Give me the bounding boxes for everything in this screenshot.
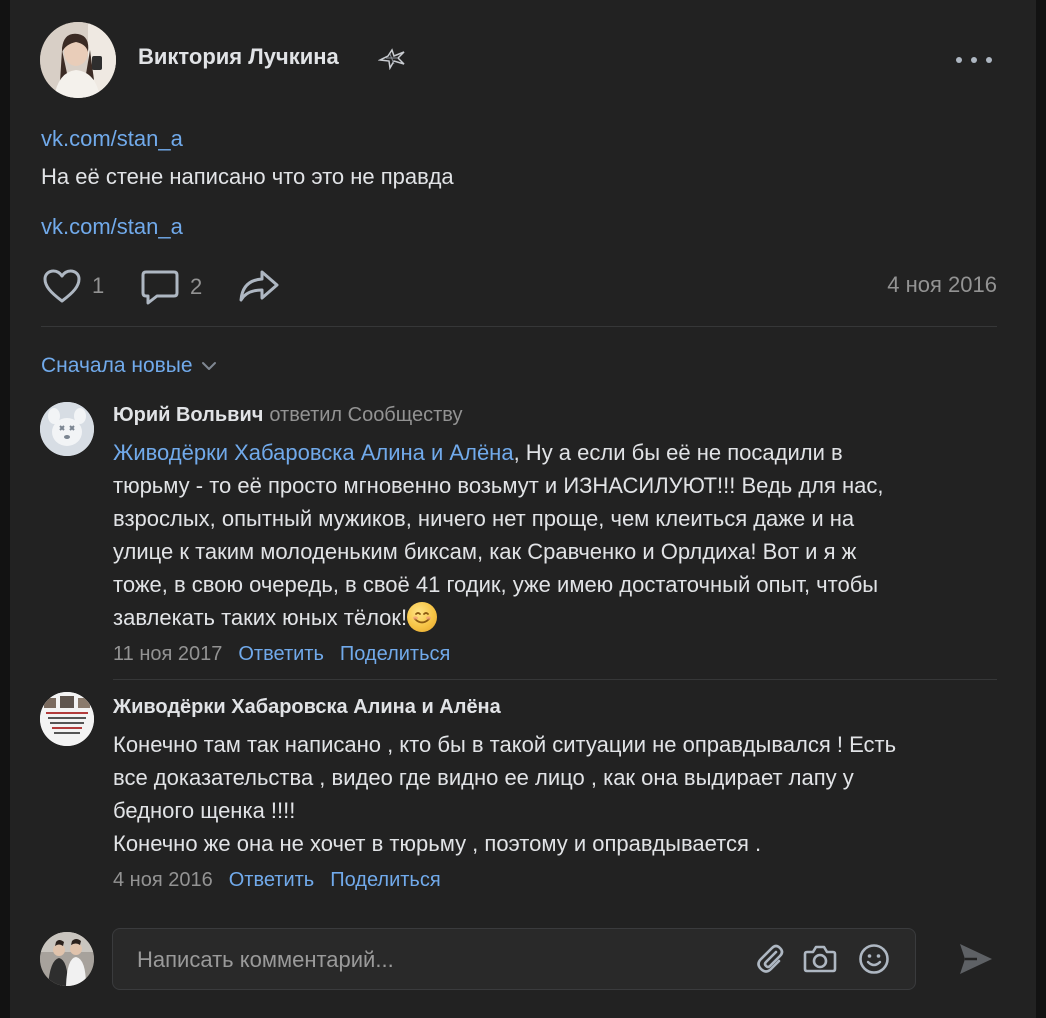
smile-icon (859, 944, 889, 974)
comment-line: тюрьму - то её просто мгновенно возьмут … (113, 473, 884, 498)
comment-composer[interactable] (112, 928, 916, 990)
emoji-button[interactable] (857, 942, 891, 976)
post-link[interactable]: vk.com/stan_a (41, 126, 183, 152)
like-button[interactable]: 1 (42, 268, 104, 304)
comments-sort-dropdown[interactable]: Сначала новые (41, 354, 217, 378)
comment-line: улице к таким молоденьким биксам, как Ср… (113, 539, 857, 564)
comment-line: Живодёрки Хабаровска Алина и Алёна, Ну а… (113, 436, 1003, 469)
more-dot-icon (971, 57, 977, 63)
divider (113, 679, 997, 680)
send-icon (960, 944, 992, 974)
more-dot-icon (956, 57, 962, 63)
camera-icon (803, 945, 837, 973)
paperclip-icon (757, 944, 784, 973)
comment-line: Конечно же она не хочет в тюрьму , поэто… (113, 831, 762, 856)
comment-line: взрослых, опытный мужиков, ничего нет пр… (113, 506, 855, 531)
comment-author-avatar[interactable] (40, 402, 94, 456)
comment-meta: 4 ноя 2016 Ответить Поделиться (113, 869, 441, 892)
current-user-avatar[interactable] (40, 932, 94, 986)
comment-author-name[interactable]: Юрий Вольвич ответил Сообществу (113, 404, 462, 427)
more-dot-icon (986, 57, 992, 63)
share-comment-button[interactable]: Поделиться (340, 643, 450, 666)
comment-text: Живодёрки Хабаровска Алина и Алёна, Ну а… (113, 436, 1003, 634)
comment-line: завлекать таких юных тёлок! (113, 601, 1003, 634)
comment-input[interactable] (135, 943, 739, 977)
comment-line: Конечно там так написано , кто бы в тако… (113, 732, 897, 757)
comment-author-name[interactable]: Живодёрки Хабаровска Алина и Алёна (113, 696, 501, 719)
divider (41, 326, 997, 327)
comment-bubble-icon (141, 270, 179, 305)
share-arrow-icon (239, 270, 279, 302)
comment-line: бедного щенка !!!! (113, 798, 296, 823)
smiling-face-emoji-icon (407, 602, 438, 632)
comment-line: тоже, в свою очередь, в своё 41 годик, у… (113, 572, 879, 597)
status-emoji-icon (377, 46, 406, 71)
reply-to-label[interactable]: ответил Сообществу (269, 404, 462, 426)
comment-mention-link[interactable]: Живодёрки Хабаровска Алина и Алёна (113, 440, 514, 465)
post-text: На её стене написано что это не правда (41, 164, 454, 189)
heart-icon (43, 269, 81, 303)
reply-button[interactable]: Ответить (229, 869, 315, 892)
author-name[interactable]: Виктория Лучкина (138, 44, 339, 70)
reply-button[interactable]: Ответить (238, 643, 324, 666)
share-button[interactable] (238, 268, 280, 304)
post-date[interactable]: 4 ноя 2016 (865, 272, 997, 298)
comment-author-avatar[interactable] (40, 692, 94, 746)
comment-line-text: завлекать таких юных тёлок! (113, 605, 408, 630)
chevron-down-icon (201, 362, 216, 370)
comment-text: Конечно там так написано , кто бы в тако… (113, 728, 1003, 860)
like-count: 1 (92, 273, 105, 298)
comment-date[interactable]: 4 ноя 2016 (113, 869, 213, 892)
comment-date[interactable]: 11 ноя 2017 (113, 643, 222, 666)
comment-button[interactable]: 2 (140, 268, 202, 306)
send-button[interactable] (956, 940, 996, 978)
comment-author-label[interactable]: Юрий Вольвич (113, 404, 263, 426)
comment-line-text: , Ну а если бы её не посадили в (513, 440, 843, 465)
share-comment-button[interactable]: Поделиться (330, 869, 440, 892)
author-avatar[interactable] (40, 22, 116, 98)
post-link[interactable]: vk.com/stan_a (41, 214, 183, 240)
sort-label: Сначала новые (41, 354, 193, 377)
comment-meta: 11 ноя 2017 Ответить Поделиться (113, 643, 450, 666)
more-options-button[interactable] (956, 48, 992, 72)
comment-count: 2 (190, 274, 203, 299)
comment-line: все доказательства , видео где видно ее … (113, 765, 854, 790)
attach-button[interactable] (753, 942, 787, 976)
camera-button[interactable] (803, 942, 837, 976)
post-card: Виктория Лучкина vk.com/stan_a На её сте… (10, 0, 1036, 1018)
